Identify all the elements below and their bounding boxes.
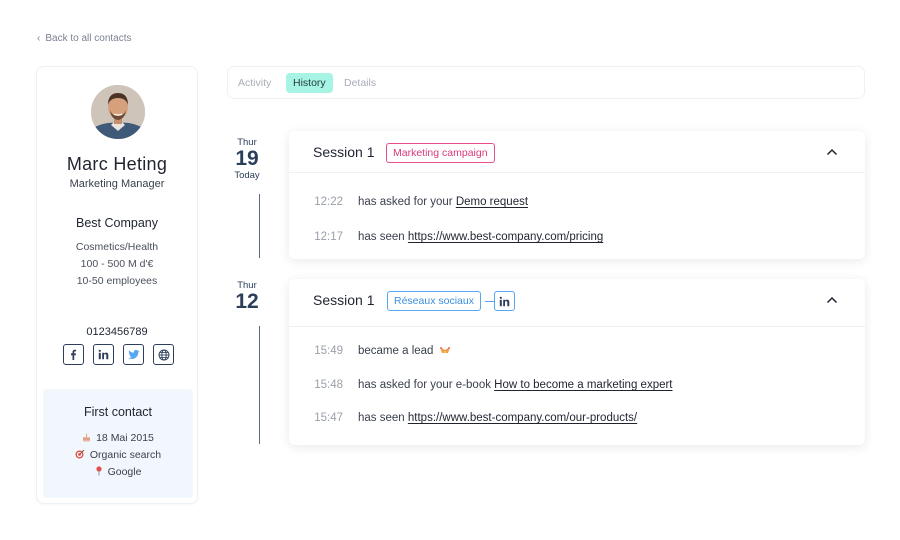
collapse-chevron-icon[interactable] bbox=[825, 145, 839, 159]
timeline-day-marker: Thur 19 Today bbox=[227, 137, 267, 181]
contact-revenue: 100 - 500 M d'€ bbox=[80, 258, 154, 270]
event-description: has seen bbox=[358, 231, 405, 243]
first-contact-source-row: Organic search bbox=[43, 449, 193, 461]
linkedin-icon bbox=[494, 291, 515, 311]
first-contact-date: 18 Mai 2015 bbox=[96, 432, 154, 444]
tab-bar: Activity History Details bbox=[227, 66, 865, 99]
tab-history[interactable]: History bbox=[286, 73, 333, 93]
event-text: has seen https://www.best-company.com/pr… bbox=[358, 231, 603, 243]
first-contact-location-row: Google bbox=[43, 466, 193, 478]
session-header: Session 1 Marketing campaign bbox=[289, 131, 865, 173]
social-links bbox=[63, 344, 174, 365]
event-link[interactable]: https://www.best-company.com/our-product… bbox=[408, 412, 637, 424]
event-link[interactable]: https://www.best-company.com/pricing bbox=[408, 231, 603, 243]
event-time: 15:48 bbox=[314, 379, 343, 391]
event-link[interactable]: Demo request bbox=[456, 196, 528, 208]
collapse-chevron-icon[interactable] bbox=[825, 293, 839, 307]
cake-icon bbox=[82, 433, 91, 444]
back-to-contacts-link[interactable]: ‹ Back to all contacts bbox=[37, 33, 132, 44]
contact-job-title: Marketing Manager bbox=[69, 178, 165, 190]
party-icon bbox=[439, 345, 451, 358]
first-contact-location: Google bbox=[107, 466, 142, 478]
event-description: has asked for your e-book bbox=[358, 379, 491, 391]
timeline-line bbox=[259, 194, 260, 258]
event-description: has asked for your bbox=[358, 196, 453, 208]
event-text: became a lead bbox=[358, 345, 451, 358]
event-text: has asked for your Demo request bbox=[358, 196, 528, 208]
event-time: 12:22 bbox=[314, 196, 343, 208]
contact-name: Marc Heting bbox=[66, 154, 168, 174]
session-card: Session 1 Réseaux sociaux 15:49 became a… bbox=[289, 279, 865, 445]
session-card: Session 1 Marketing campaign 12:22 has a… bbox=[289, 131, 865, 259]
event-time: 12:17 bbox=[314, 231, 343, 243]
tab-activity[interactable]: Activity bbox=[231, 73, 278, 93]
event-description: became a lead bbox=[358, 345, 434, 357]
contact-profile-card: Marc Heting Marketing Manager Best Compa… bbox=[36, 66, 198, 504]
pin-icon bbox=[95, 466, 103, 478]
event-text: has seen https://www.best-company.com/ou… bbox=[358, 412, 637, 424]
linkedin-icon[interactable] bbox=[93, 344, 114, 365]
event-link[interactable]: How to become a marketing expert bbox=[494, 379, 672, 391]
day-number: 19 bbox=[235, 147, 259, 170]
back-link-label: Back to all contacts bbox=[45, 33, 132, 44]
timeline-day-marker: Thur 12 bbox=[227, 280, 267, 313]
target-icon bbox=[75, 449, 85, 461]
first-contact-source: Organic search bbox=[89, 449, 162, 461]
contact-employees: 10-50 employees bbox=[76, 275, 158, 287]
first-contact-title: First contact bbox=[83, 405, 153, 419]
tab-details[interactable]: Details bbox=[337, 73, 383, 93]
timeline-line bbox=[259, 326, 260, 444]
session-title: Session 1 bbox=[313, 292, 375, 308]
chevron-left-icon: ‹ bbox=[37, 33, 41, 44]
event-time: 15:47 bbox=[314, 412, 343, 424]
session-title: Session 1 bbox=[313, 144, 375, 160]
globe-icon[interactable] bbox=[153, 344, 174, 365]
contact-industry: Cosmetics/Health bbox=[75, 241, 159, 253]
contact-phone: 0123456789 bbox=[86, 326, 148, 338]
avatar bbox=[91, 85, 145, 139]
session-source-badge: Réseaux sociaux bbox=[387, 291, 481, 311]
session-header: Session 1 Réseaux sociaux bbox=[289, 279, 865, 327]
facebook-icon[interactable] bbox=[63, 344, 84, 365]
twitter-icon[interactable] bbox=[123, 344, 144, 365]
contact-company: Best Company bbox=[76, 216, 158, 230]
event-text: has asked for your e-book How to become … bbox=[358, 379, 673, 391]
event-description: has seen bbox=[358, 412, 405, 424]
event-time: 15:49 bbox=[314, 345, 343, 357]
day-relative-label: Today bbox=[234, 170, 260, 181]
first-contact-panel: First contact 18 Mai 2015 Organic search… bbox=[43, 389, 193, 498]
session-source-badge: Marketing campaign bbox=[386, 143, 495, 163]
day-number: 12 bbox=[235, 290, 259, 313]
first-contact-date-row: 18 Mai 2015 bbox=[43, 432, 193, 444]
